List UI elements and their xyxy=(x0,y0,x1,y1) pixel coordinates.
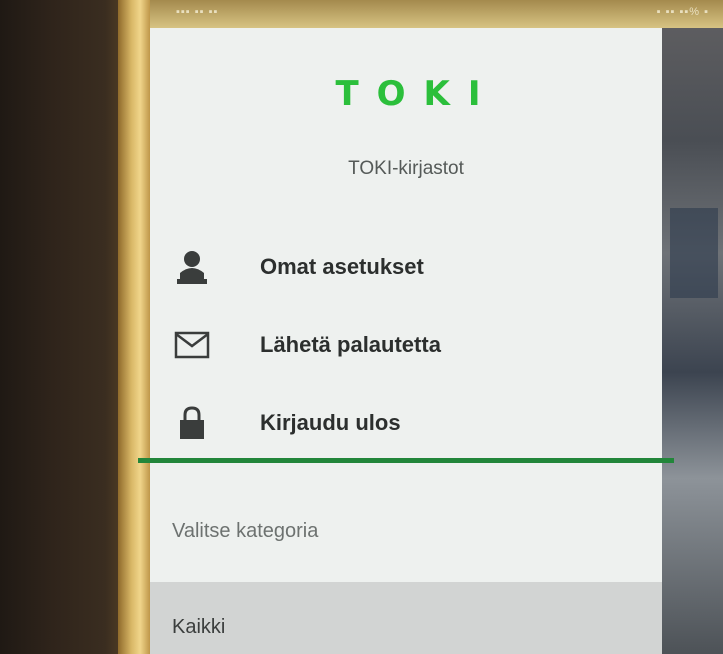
category-item-label: Kaikki xyxy=(172,616,226,638)
drawer-header: T O K I TOKI-kirjastot xyxy=(150,28,662,228)
logo-letter: O xyxy=(376,74,408,114)
menu-item-settings[interactable]: Omat asetukset xyxy=(150,228,662,306)
menu-item-logout[interactable]: Kirjaudu ulos xyxy=(150,384,662,462)
section-divider xyxy=(138,458,674,463)
status-right-indicators: ▪ ▪▪ ▪▪% ▪ xyxy=(656,6,709,18)
logo-letter: T xyxy=(335,74,361,114)
category-item-all[interactable]: Kaikki xyxy=(150,582,662,654)
lock-icon xyxy=(172,403,212,443)
menu-item-label: Kirjaudu ulos xyxy=(260,410,401,435)
background-app-content xyxy=(660,28,723,654)
library-name: TOKI-kirjastot xyxy=(348,158,464,179)
menu-item-feedback[interactable]: Lähetä palautetta xyxy=(150,306,662,384)
person-icon xyxy=(172,247,212,287)
menu-item-label: Omat asetukset xyxy=(260,254,424,279)
logo-letter: K xyxy=(423,74,452,114)
category-section-title: Valitse kategoria xyxy=(172,520,319,542)
logo-letter: I xyxy=(467,74,483,114)
device-frame-edge xyxy=(118,0,152,654)
status-bar: ▪▪▪ ▪▪ ▪▪ ▪ ▪▪ ▪▪% ▪ xyxy=(150,0,723,28)
navigation-drawer: T O K I TOKI-kirjastot Omat asetukset Lä… xyxy=(138,28,674,654)
status-left-indicators: ▪▪▪ ▪▪ ▪▪ xyxy=(176,6,219,18)
toki-logo: T O K I xyxy=(335,74,480,128)
envelope-icon xyxy=(172,325,212,365)
menu-item-label: Lähetä palautetta xyxy=(260,332,441,357)
drawer-menu: Omat asetukset Lähetä palautetta Kirjaud… xyxy=(150,228,662,462)
